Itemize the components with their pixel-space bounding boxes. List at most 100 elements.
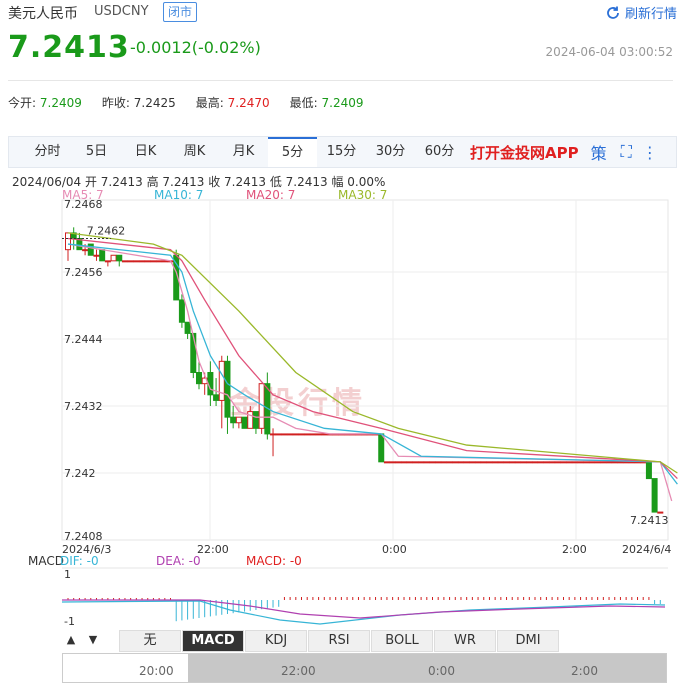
candle: [520, 461, 527, 464]
candle: [469, 461, 476, 464]
candle: [583, 461, 590, 464]
candle: [401, 461, 408, 464]
candle: [497, 461, 504, 464]
candle: [503, 461, 510, 464]
indicator-rsi[interactable]: RSI: [308, 630, 370, 652]
candle: [509, 461, 516, 464]
ma-line-ma30: [67, 232, 678, 474]
candle: [492, 461, 499, 464]
macd-value: MACD: -0: [246, 554, 302, 568]
candle: [560, 461, 567, 464]
dea-line: [62, 599, 666, 619]
candle: [543, 461, 550, 464]
candle: [651, 478, 658, 513]
candle: [554, 461, 561, 464]
candle: [127, 260, 134, 263]
candle: [82, 249, 89, 252]
indicator-boll[interactable]: BOLL: [371, 630, 433, 652]
candle: [594, 461, 601, 464]
indicator-tabs: 无 MACD KDJ RSI BOLL WR DMI: [118, 630, 559, 652]
candle: [270, 433, 277, 436]
kline-chart[interactable]: 7.2468 7.2456 7.2444 7.2432 7.242 7.2408 2024/…: [0, 0, 681, 689]
candle: [383, 461, 390, 464]
navigator-label: 0:00: [428, 664, 455, 678]
arrow-up-button[interactable]: ▲: [62, 630, 80, 650]
x-tick-label: 2:00: [562, 543, 587, 556]
candle: [406, 461, 413, 464]
ma-line-ma20: [67, 237, 678, 480]
time-navigator[interactable]: 20:00 22:00 0:00 2:00: [62, 653, 667, 683]
candle: [241, 416, 248, 429]
candle: [190, 332, 197, 373]
indicator-none[interactable]: 无: [119, 630, 181, 652]
candle: [309, 433, 316, 436]
candle: [611, 461, 618, 464]
candle: [395, 461, 402, 464]
candle: [617, 461, 624, 464]
candle: [321, 433, 328, 436]
candle: [99, 249, 106, 262]
candle: [486, 461, 493, 464]
candle: [566, 461, 573, 464]
y-tick-label: 7.2432: [64, 400, 103, 413]
macd-tick-label: -1: [64, 615, 75, 628]
last-annotation: 7.2413: [630, 514, 669, 527]
candle: [463, 461, 470, 464]
candle: [104, 260, 111, 263]
candle: [526, 461, 533, 464]
candle: [480, 461, 487, 464]
macd-dif: DIF: -0: [60, 554, 99, 568]
candle: [65, 232, 71, 251]
candle: [116, 254, 123, 262]
y-tick-label: 7.2468: [64, 198, 103, 211]
y-tick-label: 7.2456: [64, 266, 103, 279]
indicator-dmi[interactable]: DMI: [497, 630, 559, 652]
candle: [218, 360, 225, 401]
candle: [139, 260, 146, 263]
candle: [628, 461, 635, 464]
candle: [133, 260, 140, 263]
candle: [144, 260, 151, 263]
candle: [412, 461, 419, 464]
candle: [230, 416, 237, 424]
macd-tick-label: 1: [64, 568, 71, 581]
candle: [93, 254, 100, 257]
candle: [645, 461, 652, 480]
indicator-kdj[interactable]: KDJ: [245, 630, 307, 652]
candle: [452, 461, 459, 464]
candle: [475, 461, 482, 464]
arrow-down-button[interactable]: ▼: [84, 630, 102, 650]
x-tick-label: 2024/6/4: [622, 543, 671, 556]
candle: [224, 360, 231, 418]
candle: [298, 433, 305, 436]
candle: [252, 411, 259, 429]
candle: [623, 461, 630, 464]
candle: [435, 461, 442, 464]
candle: [446, 461, 453, 464]
macd-legend: MACD DIF: -0 DEA: -0 MACD: -0: [28, 554, 302, 568]
candle: [440, 461, 447, 464]
dif-line: [61, 600, 666, 625]
candle: [184, 321, 191, 334]
y-tick-label: 7.2444: [64, 333, 103, 346]
candle: [423, 461, 430, 464]
candle: [281, 433, 288, 436]
macd-dea: DEA: -0: [156, 554, 201, 568]
indicator-macd[interactable]: MACD: [182, 630, 244, 652]
candle: [571, 461, 578, 464]
navigator-label: 20:00: [139, 664, 174, 678]
scroll-arrows: ▲ ▼: [62, 630, 102, 650]
candle: [287, 433, 294, 436]
candle: [156, 260, 163, 263]
candle: [532, 461, 539, 464]
candle: [418, 461, 425, 464]
macd-title: MACD: [28, 554, 64, 568]
candle: [577, 461, 584, 464]
indicator-wr[interactable]: WR: [434, 630, 496, 652]
candle: [292, 433, 299, 436]
candle: [304, 433, 311, 436]
candle: [121, 260, 128, 263]
candle: [600, 461, 607, 464]
candle: [537, 461, 544, 464]
navigator-label: 22:00: [281, 664, 316, 678]
